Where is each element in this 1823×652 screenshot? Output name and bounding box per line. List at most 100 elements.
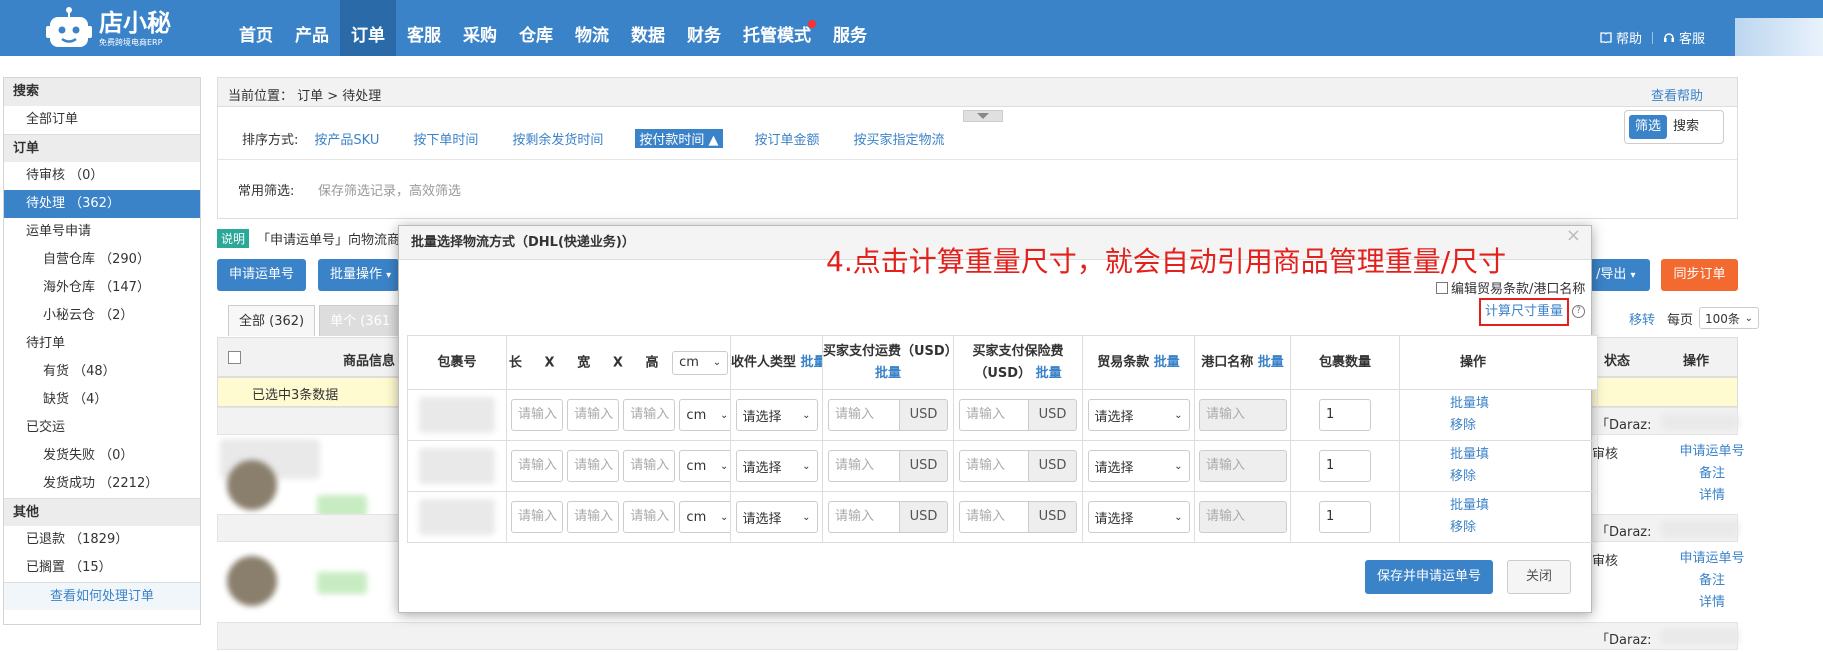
- batch-port-link[interactable]: 批量: [1258, 355, 1284, 370]
- batch-shipping-fee-link[interactable]: 批量: [875, 366, 901, 381]
- batch-trade-terms-link[interactable]: 批量: [1154, 355, 1180, 370]
- batch-recipient-link[interactable]: 批量: [801, 355, 822, 370]
- export-button[interactable]: /导出 ▾: [1590, 259, 1650, 291]
- package-count-input[interactable]: 1: [1319, 450, 1371, 482]
- detail-link[interactable]: 详情: [1699, 592, 1725, 614]
- recipient-type-select[interactable]: 请选择 ⌄: [735, 501, 818, 533]
- apply-waybill-link[interactable]: 申请运单号: [1679, 441, 1744, 463]
- per-page-select[interactable]: 100条 ⌄: [1699, 307, 1760, 329]
- logo[interactable]: 店小秘 免费跨境电商ERP: [46, 4, 216, 52]
- service-link[interactable]: 客服: [1663, 28, 1705, 47]
- port-input[interactable]: 请输入: [1199, 399, 1287, 431]
- port-input[interactable]: 请输入: [1199, 501, 1287, 533]
- nav-orders[interactable]: 订单: [340, 0, 396, 56]
- remove-link[interactable]: 移除: [1450, 469, 1476, 484]
- nav-home[interactable]: 首页: [228, 0, 284, 56]
- package-count-input[interactable]: 1: [1319, 399, 1371, 431]
- apply-waybill-link[interactable]: 申请运单号: [1679, 548, 1744, 570]
- user-area[interactable]: [1735, 18, 1823, 56]
- nav-managed-mode[interactable]: 托管模式: [732, 0, 822, 56]
- sidebar-item-to-print[interactable]: 待打单: [4, 330, 200, 358]
- insurance-fee-input[interactable]: 请输入: [959, 450, 1029, 482]
- sidebar-item-waybill-apply[interactable]: 运单号申请: [4, 218, 200, 246]
- nav-logistics[interactable]: 物流: [564, 0, 620, 56]
- sidebar-item-own-warehouse[interactable]: 自营仓库 （290）: [4, 246, 200, 274]
- sidebar-item-pending-process[interactable]: 待处理 （362）: [4, 190, 200, 218]
- insurance-fee-input[interactable]: 请输入: [959, 501, 1029, 533]
- apply-waybill-button[interactable]: 申请运单号: [217, 259, 307, 291]
- note-link[interactable]: 备注: [1699, 463, 1725, 485]
- sort-by-amount[interactable]: 按订单金额: [753, 129, 822, 148]
- trade-terms-select[interactable]: 请选择 ⌄: [1087, 501, 1190, 533]
- nav-data[interactable]: 数据: [620, 0, 676, 56]
- width-input[interactable]: 请输入: [567, 399, 620, 431]
- shipping-fee-input[interactable]: 请输入: [828, 450, 900, 482]
- sidebar-item-ship-failed[interactable]: 发货失败 （0）: [4, 442, 200, 470]
- collapse-toggle[interactable]: [963, 110, 1003, 122]
- unit-select-all[interactable]: cm ⌄: [672, 350, 729, 375]
- tab-all[interactable]: 全部 (362): [228, 305, 316, 336]
- width-input[interactable]: 请输入: [567, 501, 620, 533]
- nav-services[interactable]: 服务: [822, 0, 878, 56]
- search-toggle-button[interactable]: 搜索: [1667, 115, 1705, 139]
- sort-by-payment-time[interactable]: 按付款时间 ▲: [635, 129, 723, 148]
- unit-select[interactable]: cm ⌄: [679, 450, 730, 482]
- detail-link[interactable]: 详情: [1699, 485, 1725, 507]
- height-input[interactable]: 请输入: [623, 501, 676, 533]
- sort-by-sku[interactable]: 按产品SKU: [312, 129, 381, 148]
- shipping-fee-input[interactable]: 请输入: [828, 399, 900, 431]
- nav-finance[interactable]: 财务: [676, 0, 732, 56]
- move-link[interactable]: 移转: [1629, 309, 1655, 328]
- sync-orders-button[interactable]: 同步订单: [1661, 259, 1738, 291]
- select-all-checkbox[interactable]: [228, 351, 241, 364]
- nav-customer-service[interactable]: 客服: [396, 0, 452, 56]
- sidebar-item-in-stock[interactable]: 有货 （48）: [4, 358, 200, 386]
- sidebar-how-to-link[interactable]: 查看如何处理订单: [4, 582, 200, 610]
- batch-fill-link[interactable]: 批量填: [1450, 498, 1489, 513]
- batch-operation-button[interactable]: 批量操作 ▾: [318, 259, 400, 291]
- close-icon[interactable]: ×: [1566, 225, 1581, 246]
- calc-weight-size-button[interactable]: 计算尺寸重量: [1479, 298, 1570, 326]
- batch-insurance-link[interactable]: 批量: [1036, 366, 1062, 381]
- nav-warehouse[interactable]: 仓库: [508, 0, 564, 56]
- recipient-type-select[interactable]: 请选择 ⌄: [735, 450, 818, 482]
- height-input[interactable]: 请输入: [623, 399, 676, 431]
- tab-single[interactable]: 单个 (361: [319, 305, 402, 336]
- sidebar-item-out-of-stock[interactable]: 缺货 （4）: [4, 386, 200, 414]
- edit-trade-terms-checkbox[interactable]: [1436, 281, 1448, 294]
- trade-terms-select[interactable]: 请选择 ⌄: [1087, 399, 1190, 431]
- length-input[interactable]: 请输入: [511, 399, 563, 431]
- view-help-link[interactable]: 查看帮助: [1651, 85, 1703, 104]
- unit-select[interactable]: cm ⌄: [679, 501, 730, 533]
- sort-by-remaining-time[interactable]: 按剩余发货时间: [510, 129, 605, 148]
- sort-by-order-time[interactable]: 按下单时间: [411, 129, 480, 148]
- close-button[interactable]: 关闭: [1506, 560, 1571, 594]
- nav-products[interactable]: 产品: [284, 0, 340, 56]
- sidebar-item-refunded[interactable]: 已退款 （1829）: [4, 526, 200, 554]
- shipping-fee-input[interactable]: 请输入: [828, 501, 900, 533]
- edit-trade-terms-option[interactable]: 编辑贸易条款/港口名称: [1436, 278, 1585, 297]
- length-input[interactable]: 请输入: [511, 450, 563, 482]
- sidebar-item-shipped[interactable]: 已交运: [4, 414, 200, 442]
- length-input[interactable]: 请输入: [511, 501, 563, 533]
- help-icon[interactable]: ?: [1572, 305, 1585, 318]
- remove-link[interactable]: 移除: [1450, 418, 1476, 433]
- sidebar-item-ship-success[interactable]: 发货成功 （2212）: [4, 470, 200, 498]
- recipient-type-select[interactable]: 请选择 ⌄: [735, 399, 818, 431]
- unit-select[interactable]: cm ⌄: [679, 399, 730, 431]
- batch-fill-link[interactable]: 批量填: [1450, 396, 1489, 411]
- port-input[interactable]: 请输入: [1199, 450, 1287, 482]
- note-link[interactable]: 备注: [1699, 570, 1725, 592]
- insurance-fee-input[interactable]: 请输入: [959, 399, 1029, 431]
- batch-fill-link[interactable]: 批量填: [1450, 447, 1489, 462]
- sidebar-item-shelved[interactable]: 已搁置 （15）: [4, 554, 200, 582]
- height-input[interactable]: 请输入: [623, 450, 676, 482]
- nav-purchase[interactable]: 采购: [452, 0, 508, 56]
- save-and-apply-button[interactable]: 保存并申请运单号: [1364, 560, 1493, 594]
- sort-by-buyer-logistics[interactable]: 按买家指定物流: [852, 129, 947, 148]
- sidebar-item-pending-review[interactable]: 待审核 （0）: [4, 162, 200, 190]
- trade-terms-select[interactable]: 请选择 ⌄: [1087, 450, 1190, 482]
- sidebar-item-overseas-warehouse[interactable]: 海外仓库 （147）: [4, 274, 200, 302]
- width-input[interactable]: 请输入: [567, 450, 620, 482]
- filter-toggle-button[interactable]: 筛选: [1629, 115, 1668, 139]
